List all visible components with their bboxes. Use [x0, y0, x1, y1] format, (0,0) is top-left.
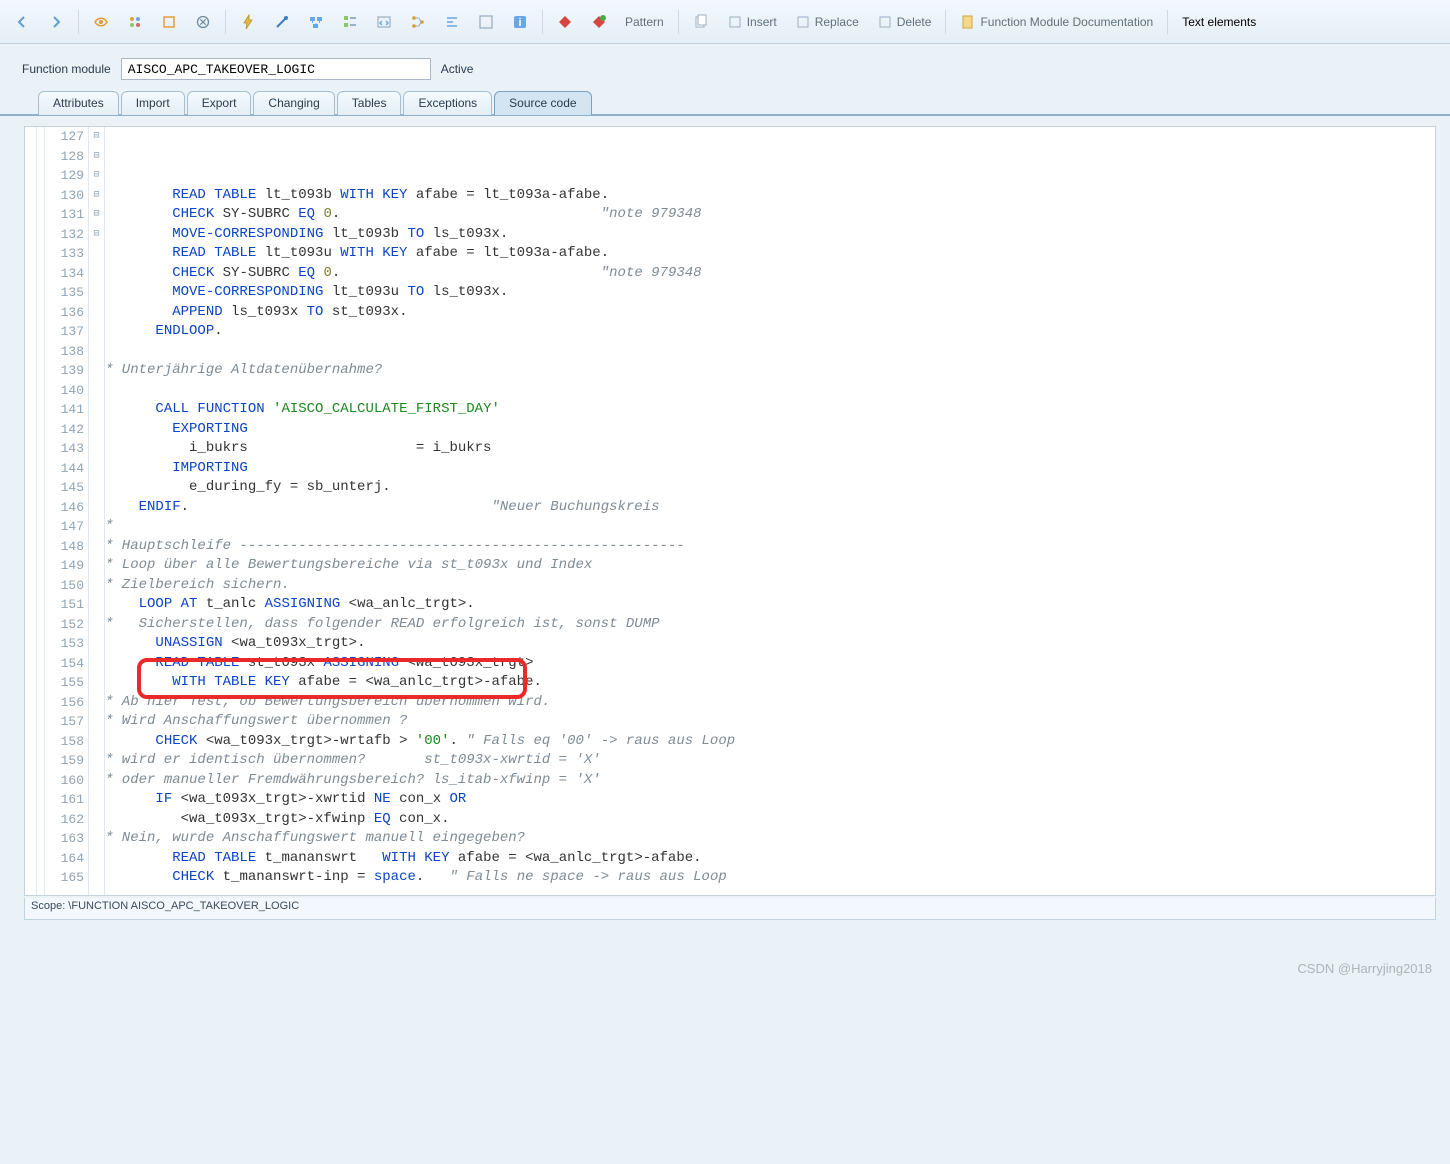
scope-bar: Scope: \FUNCTION AISCO_APC_TAKEOVER_LOGI…	[24, 898, 1436, 920]
code-line[interactable]: * Zielbereich sichern.	[105, 576, 1435, 596]
separator	[1167, 10, 1168, 34]
display-change-icon[interactable]	[87, 11, 115, 33]
code-line[interactable]: *	[105, 517, 1435, 537]
nav-icon[interactable]	[370, 11, 398, 33]
insert-label: Insert	[747, 15, 777, 29]
code-area[interactable]: READ TABLE lt_t093b WITH KEY afabe = lt_…	[105, 127, 1435, 895]
function-module-input[interactable]	[121, 58, 431, 80]
code-line[interactable]: READ TABLE st_t093x ASSIGNING <wa_t093x_…	[105, 654, 1435, 674]
code-line[interactable]: * Nein, wurde Anschaffungswert manuell e…	[105, 829, 1435, 849]
code-line[interactable]	[105, 888, 1435, 896]
tab-attributes[interactable]: Attributes	[38, 91, 119, 115]
pattern-label: Pattern	[625, 15, 664, 29]
test-icon[interactable]	[268, 11, 296, 33]
fullscreen-icon[interactable]	[472, 11, 500, 33]
watermark: CSDN @Harryjing2018	[1297, 961, 1432, 976]
breakpoint-ext-icon[interactable]	[585, 11, 613, 33]
pattern-button[interactable]: Pattern	[619, 11, 670, 33]
fold-gutter[interactable]: ⊟⊟⊟⊟⊟⊟	[89, 127, 105, 895]
status-label: Active	[441, 62, 474, 76]
fm-documentation-button[interactable]: Function Module Documentation	[954, 11, 1159, 33]
where-used-icon[interactable]	[302, 11, 330, 33]
back-icon[interactable]	[8, 11, 36, 33]
code-line[interactable]: EXPORTING	[105, 420, 1435, 440]
object-header-row: Function module Active	[0, 44, 1450, 86]
separator	[678, 10, 679, 34]
separator	[945, 10, 946, 34]
code-line[interactable]: * wird er identisch übernommen? st_t093x…	[105, 751, 1435, 771]
code-line[interactable]: MOVE-CORRESPONDING lt_t093u TO ls_t093x.	[105, 283, 1435, 303]
code-line[interactable]	[105, 381, 1435, 401]
code-line[interactable]: CHECK SY-SUBRC EQ 0. "note 979348	[105, 205, 1435, 225]
replace-label: Replace	[815, 15, 859, 29]
code-line[interactable]: * Unterjährige Altdatenübernahme?	[105, 361, 1435, 381]
code-line[interactable]: READ TABLE lt_t093b WITH KEY afabe = lt_…	[105, 186, 1435, 206]
tab-export[interactable]: Export	[187, 91, 252, 115]
code-line[interactable]: UNASSIGN <wa_t093x_trgt>.	[105, 634, 1435, 654]
tab-changing[interactable]: Changing	[253, 91, 334, 115]
tab-import[interactable]: Import	[121, 91, 185, 115]
code-line[interactable]: CHECK t_mananswrt-inp = space. " Falls n…	[105, 868, 1435, 888]
delete-label: Delete	[897, 15, 932, 29]
enhance-icon[interactable]	[155, 11, 183, 33]
code-line[interactable]: MOVE-CORRESPONDING lt_t093b TO ls_t093x.	[105, 225, 1435, 245]
code-line[interactable]: IMPORTING	[105, 459, 1435, 479]
code-line[interactable]: * oder manueller Fremdwährungsbereich? l…	[105, 771, 1435, 791]
other-object-icon[interactable]	[121, 11, 149, 33]
help-icon[interactable]: i	[506, 11, 534, 33]
application-toolbar: i Pattern Insert Replace Delete Function…	[0, 0, 1450, 44]
code-line[interactable]: READ TABLE lt_t093u WITH KEY afabe = lt_…	[105, 244, 1435, 264]
delete-button[interactable]: Delete	[871, 11, 938, 33]
text-elements-label: Text elements	[1182, 15, 1256, 29]
replace-button[interactable]: Replace	[789, 11, 865, 33]
separator	[78, 10, 79, 34]
code-line[interactable]: READ TABLE t_mananswrt WITH KEY afabe = …	[105, 849, 1435, 869]
code-line[interactable]: APPEND ls_t093x TO st_t093x.	[105, 303, 1435, 323]
code-line[interactable]: e_during_fy = sb_unterj.	[105, 478, 1435, 498]
tab-tables[interactable]: Tables	[337, 91, 402, 115]
code-line[interactable]: LOOP AT t_anlc ASSIGNING <wa_anlc_trgt>.	[105, 595, 1435, 615]
tabstrip: AttributesImportExportChangingTablesExce…	[0, 90, 1450, 116]
abap-editor: 1271281291301311321331341351361371381391…	[24, 126, 1436, 896]
function-module-label: Function module	[22, 62, 111, 76]
code-line[interactable]: ENDIF. "Neuer Buchungskreis	[105, 498, 1435, 518]
svg-text:i: i	[518, 17, 521, 29]
tab-source-code[interactable]: Source code	[494, 91, 591, 115]
insert-button[interactable]: Insert	[721, 11, 783, 33]
object-list-icon[interactable]	[336, 11, 364, 33]
code-line[interactable]: * Sicherstellen, dass folgender READ erf…	[105, 615, 1435, 635]
code-line[interactable]: CHECK SY-SUBRC EQ 0. "note 979348	[105, 264, 1435, 284]
code-line[interactable]: WITH TABLE KEY afabe = <wa_anlc_trgt>-af…	[105, 673, 1435, 693]
hierarchy-icon[interactable]	[404, 11, 432, 33]
copy-icon[interactable]	[687, 11, 715, 33]
marker-gutter	[25, 127, 37, 895]
separator	[542, 10, 543, 34]
fm-doc-label: Function Module Documentation	[980, 15, 1153, 29]
separator	[225, 10, 226, 34]
code-line[interactable]: * Loop über alle Bewertungsbereiche via …	[105, 556, 1435, 576]
code-line[interactable]: * Hauptschleife ------------------------…	[105, 537, 1435, 557]
code-line[interactable]: <wa_t093x_trgt>-xfwinp EQ con_x.	[105, 810, 1435, 830]
check-icon[interactable]	[189, 11, 217, 33]
pretty-print-icon[interactable]	[438, 11, 466, 33]
code-line[interactable]: CALL FUNCTION 'AISCO_CALCULATE_FIRST_DAY…	[105, 400, 1435, 420]
code-line[interactable]: * Wird Anschaffungswert übernommen ?	[105, 712, 1435, 732]
code-line[interactable]: CHECK <wa_t093x_trgt>-wrtafb > '00'. " F…	[105, 732, 1435, 752]
tab-exceptions[interactable]: Exceptions	[403, 91, 492, 115]
activate-icon[interactable]	[234, 11, 262, 33]
line-number-gutter: 1271281291301311321331341351361371381391…	[45, 127, 89, 895]
code-line[interactable]: IF <wa_t093x_trgt>-xwrtid NE con_x OR	[105, 790, 1435, 810]
code-line[interactable]: * Ab hier Test, ob Bewertungsbereich übe…	[105, 693, 1435, 713]
forward-icon[interactable]	[42, 11, 70, 33]
breakpoint-set-icon[interactable]	[551, 11, 579, 33]
change-gutter	[37, 127, 45, 895]
text-elements-button[interactable]: Text elements	[1176, 11, 1262, 33]
code-line[interactable]	[105, 342, 1435, 362]
code-line[interactable]: i_bukrs = i_bukrs	[105, 439, 1435, 459]
code-line[interactable]: ENDLOOP.	[105, 322, 1435, 342]
